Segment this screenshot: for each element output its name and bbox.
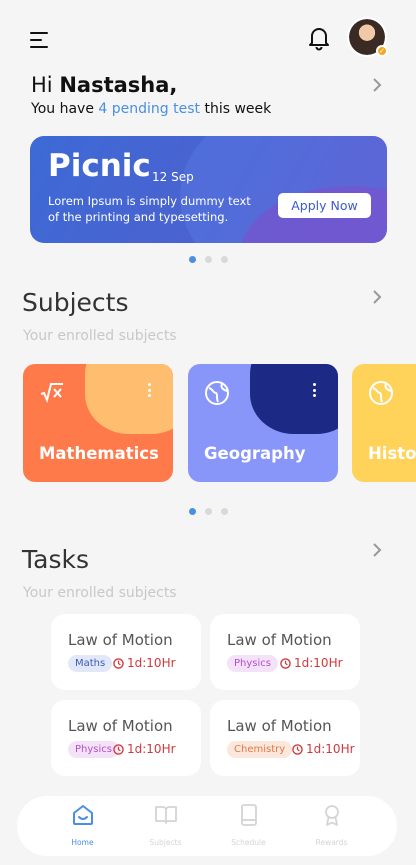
globe-icon [205, 381, 229, 405]
subject-card-history[interactable]: History [352, 364, 416, 482]
banner-pagination [189, 256, 228, 263]
clock-icon [113, 658, 124, 669]
pagination-dot[interactable] [221, 256, 228, 263]
subject-tag: Physics [227, 655, 278, 672]
subject-tag: Maths [68, 655, 113, 672]
subject-tag: Physics [68, 741, 119, 758]
pagination-dot[interactable] [189, 508, 196, 515]
subject-card-mathematics[interactable]: Mathematics [23, 364, 173, 482]
subject-label: Mathematics [39, 444, 159, 463]
subject-card-geography[interactable]: Geography [188, 364, 338, 482]
nav-label: Subjects [149, 838, 182, 847]
pagination-dot[interactable] [205, 256, 212, 263]
verified-badge-icon: ✓ [376, 45, 388, 57]
menu-icon [30, 32, 48, 34]
pending-count[interactable]: 4 pending test [98, 101, 200, 117]
pending-tests-text: You have 4 pending test this week [31, 101, 271, 117]
chevron-right-icon[interactable] [368, 288, 386, 306]
home-icon [72, 805, 93, 825]
bottom-navigation: Home Subjects Schedule Rewards [17, 796, 397, 856]
greeting: Hi Nastasha, [31, 73, 177, 97]
menu-icon-line [30, 46, 48, 48]
top-bar: ✓ [0, 0, 416, 70]
pending-prefix: You have [31, 101, 94, 117]
apply-now-button[interactable]: Apply Now [278, 193, 371, 218]
card-decoration [85, 364, 173, 434]
clock-icon [280, 658, 291, 669]
menu-icon-line [30, 39, 42, 41]
task-title: Law of Motion [68, 631, 173, 649]
menu-button[interactable] [30, 32, 50, 50]
subject-label: History [368, 444, 416, 463]
nav-label: Home [71, 838, 94, 847]
tasks-title: Tasks [22, 545, 89, 574]
task-time: 1d:10Hr [292, 741, 355, 758]
task-card[interactable]: Law of Motion Physics 1d:10Hr [51, 700, 201, 776]
notebook-icon [240, 804, 257, 826]
award-icon [324, 805, 339, 826]
user-name: Nastasha, [59, 73, 178, 97]
subjects-pagination [189, 508, 228, 515]
subject-tag: Chemistry [227, 741, 293, 758]
task-title: Law of Motion [227, 717, 332, 735]
chevron-right-icon[interactable] [368, 76, 386, 94]
pagination-dot[interactable] [221, 508, 228, 515]
greeting-prefix: Hi [31, 73, 53, 97]
time-remaining: 1d:10Hr [127, 656, 176, 670]
nav-schedule[interactable]: Schedule [219, 803, 279, 849]
avatar[interactable]: ✓ [347, 17, 388, 57]
pagination-dot[interactable] [189, 256, 196, 263]
nav-home[interactable]: Home [53, 803, 113, 849]
task-card[interactable]: Law of Motion Chemistry 1d:10Hr [210, 700, 360, 776]
book-open-icon [154, 806, 177, 824]
tasks-subtitle: Your enrolled subjects [23, 585, 177, 601]
subjects-subtitle: Your enrolled subjects [23, 328, 177, 344]
nav-label: Rewards [315, 838, 348, 847]
pending-suffix: this week [204, 101, 272, 117]
task-time: 1d:10Hr [280, 655, 343, 672]
pagination-dot[interactable] [205, 508, 212, 515]
subject-label: Geography [204, 444, 306, 463]
task-title: Law of Motion [68, 717, 173, 735]
globe-icon [369, 381, 393, 405]
banner-description: Lorem Ipsum is simply dummy text of the … [48, 194, 251, 224]
task-card[interactable]: Law of Motion Physics 1d:10Hr [210, 614, 360, 690]
chevron-right-icon[interactable] [368, 541, 386, 559]
nav-rewards[interactable]: Rewards [302, 803, 362, 849]
subjects-title: Subjects [22, 288, 129, 317]
task-card[interactable]: Law of Motion Maths 1d:10Hr [51, 614, 201, 690]
task-time: 1d:10Hr [113, 741, 176, 758]
banner-date: 12 Sep [152, 170, 194, 184]
clock-icon [113, 744, 124, 755]
bell-icon[interactable] [306, 25, 332, 51]
more-options-icon[interactable] [310, 383, 318, 399]
time-remaining: 1d:10Hr [294, 656, 343, 670]
nav-subjects[interactable]: Subjects [136, 803, 196, 849]
card-decoration [250, 364, 338, 434]
task-time: 1d:10Hr [113, 655, 176, 672]
square-root-icon [40, 383, 63, 404]
time-remaining: 1d:10Hr [306, 742, 355, 756]
more-options-icon[interactable] [145, 383, 153, 399]
clock-icon [292, 744, 303, 755]
time-remaining: 1d:10Hr [127, 742, 176, 756]
nav-label: Schedule [231, 838, 266, 847]
task-title: Law of Motion [227, 631, 332, 649]
event-banner[interactable]: Picnic 12 Sep Lorem Ipsum is simply dumm… [30, 136, 387, 243]
banner-title: Picnic [48, 148, 151, 184]
